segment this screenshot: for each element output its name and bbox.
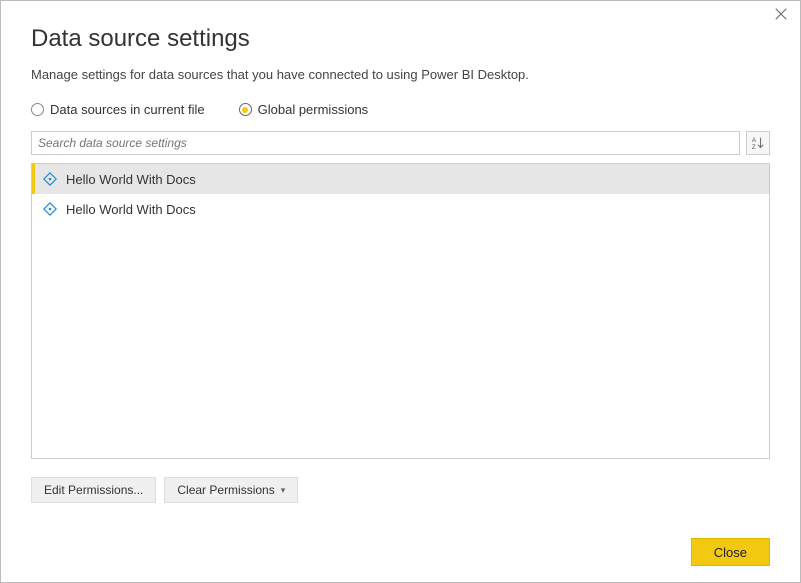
- svg-text:A: A: [752, 137, 757, 144]
- dialog-title: Data source settings: [31, 25, 770, 53]
- button-label: Clear Permissions: [177, 483, 274, 497]
- data-source-icon: [42, 201, 58, 217]
- radio-icon: [31, 103, 44, 116]
- sort-button[interactable]: A Z: [746, 131, 770, 155]
- radio-label: Global permissions: [258, 102, 369, 117]
- radio-current-file[interactable]: Data sources in current file: [31, 102, 205, 117]
- radio-global-permissions[interactable]: Global permissions: [239, 102, 369, 117]
- sort-az-icon: A Z: [751, 136, 765, 150]
- button-label: Edit Permissions...: [44, 483, 143, 497]
- scope-radio-group: Data sources in current file Global perm…: [31, 102, 770, 117]
- data-source-list[interactable]: Hello World With Docs Hello World With D…: [31, 163, 770, 459]
- radio-label: Data sources in current file: [50, 102, 205, 117]
- list-item-label: Hello World With Docs: [66, 172, 196, 187]
- search-input[interactable]: [31, 131, 740, 155]
- list-item[interactable]: Hello World With Docs: [32, 194, 769, 224]
- edit-permissions-button[interactable]: Edit Permissions...: [31, 477, 156, 503]
- dialog-subtitle: Manage settings for data sources that yo…: [31, 67, 770, 82]
- list-item-label: Hello World With Docs: [66, 202, 196, 217]
- data-source-icon: [42, 171, 58, 187]
- list-item[interactable]: Hello World With Docs: [32, 164, 769, 194]
- svg-text:Z: Z: [752, 144, 756, 150]
- close-icon[interactable]: [774, 7, 790, 23]
- close-button[interactable]: Close: [691, 538, 770, 566]
- chevron-down-icon: ▾: [281, 485, 286, 496]
- radio-icon: [239, 103, 252, 116]
- clear-permissions-button[interactable]: Clear Permissions ▾: [164, 477, 298, 503]
